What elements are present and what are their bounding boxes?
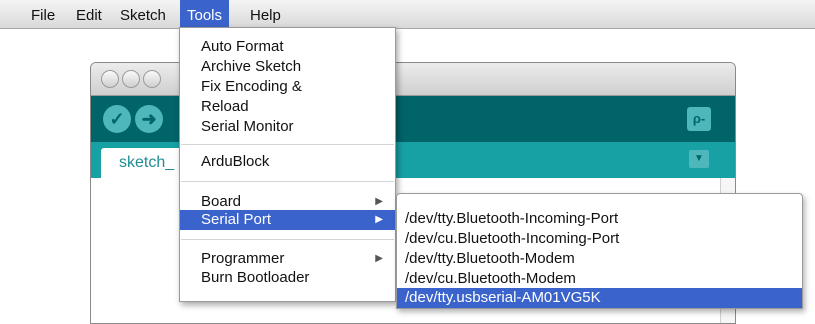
port-item[interactable]: /dev/cu.Bluetooth-Incoming-Port [397,229,802,249]
menu-separator [181,239,394,240]
zoom-window-button[interactable] [143,70,161,88]
tools-menu: Auto Format Archive Sketch Fix Encoding … [179,27,396,302]
menu-separator [181,181,394,182]
menu-item-serial-monitor[interactable]: Serial Monitor [180,117,395,137]
port-item[interactable]: /dev/tty.Bluetooth-Incoming-Port [397,209,802,229]
port-item-selected[interactable]: /dev/tty.usbserial-AM01VG5K [397,288,802,308]
menu-item-serial-port[interactable]: Serial Port ▶ [180,210,395,230]
menu-item-fix-encoding-line2[interactable]: Reload [180,97,395,117]
menu-item-auto-format[interactable]: Auto Format [180,37,395,57]
menu-help[interactable]: Help [250,0,281,28]
tab-menu-icon[interactable]: ▼ [689,150,709,168]
menu-item-programmer[interactable]: Programmer ▶ [180,249,395,269]
menu-item-board[interactable]: Board ▶ [180,192,395,212]
serial-port-submenu: /dev/tty.Bluetooth-Incoming-Port /dev/cu… [396,193,803,309]
close-window-button[interactable] [101,70,119,88]
menu-item-archive-sketch[interactable]: Archive Sketch [180,57,395,77]
menu-edit[interactable]: Edit [76,0,102,28]
verify-icon[interactable]: ✓ [103,105,131,133]
board-label: Board [201,193,242,210]
upload-icon[interactable]: ➜ [135,105,163,133]
submenu-arrow-icon: ▶ [375,253,383,264]
serial-port-label: Serial Port [201,211,272,228]
serial-monitor-icon[interactable]: ρ- [687,107,711,131]
fix-encoding-label-line1: Fix Encoding & [201,78,302,95]
port-item[interactable]: /dev/tty.Bluetooth-Modem [397,249,802,269]
menu-separator [181,144,394,145]
port-item[interactable]: /dev/cu.Bluetooth-Modem [397,269,802,289]
programmer-label: Programmer [201,250,285,267]
menu-item-burn-bootloader[interactable]: Burn Bootloader [180,268,395,288]
menu-file[interactable]: File [31,0,55,28]
menu-item-ardublock[interactable]: ArduBlock [180,152,395,172]
minimize-window-button[interactable] [122,70,140,88]
menu-bar: File Edit Sketch Tools Help [0,0,815,29]
menu-tools[interactable]: Tools [180,0,230,28]
menu-sketch[interactable]: Sketch [120,0,166,28]
submenu-arrow-icon: ▶ [375,196,383,207]
menu-item-fix-encoding[interactable]: Fix Encoding & [180,77,395,97]
submenu-arrow-icon: ▶ [375,214,383,225]
